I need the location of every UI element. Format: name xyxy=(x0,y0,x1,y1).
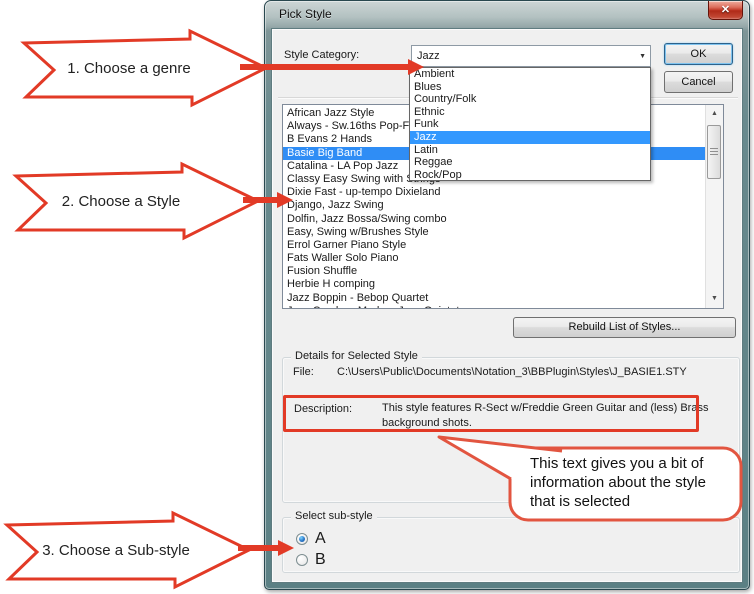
connector-arrow-3-icon xyxy=(238,540,296,556)
style-list-item[interactable]: Errol Garner Piano Style xyxy=(283,239,704,252)
style-list-item[interactable]: Dolfin, Jazz Bossa/Swing combo xyxy=(283,213,704,226)
annotation-step1-text: 1. Choose a genre xyxy=(54,30,204,106)
annotation-step3-text: 3. Choose a Sub-style xyxy=(31,512,201,588)
style-list-scrollbar[interactable]: ▲ ▼ xyxy=(705,105,723,308)
style-list-item[interactable]: Dixie Fast - up-tempo Dixieland xyxy=(283,186,704,199)
category-option[interactable]: Reggae xyxy=(410,156,650,169)
details-group-title: Details for Selected Style xyxy=(291,350,422,362)
rebuild-list-button[interactable]: Rebuild List of Styles... xyxy=(513,317,736,338)
annotation-arrow-substyle: 3. Choose a Sub-style xyxy=(3,512,253,588)
substyle-radio-a[interactable]: A xyxy=(296,530,326,548)
style-list-item[interactable]: Django, Jazz Swing xyxy=(283,199,704,212)
scroll-down-icon[interactable]: ▼ xyxy=(707,291,722,307)
chevron-down-icon[interactable]: ▼ xyxy=(639,53,646,60)
category-option[interactable]: Jazz xyxy=(410,131,650,144)
style-list-item[interactable]: Jazz Combo - Modern Jazz Quintet xyxy=(283,305,704,309)
thumb-grip xyxy=(710,148,718,156)
callout-text: This text gives you a bit of information… xyxy=(530,454,735,511)
file-label: File: xyxy=(293,366,314,378)
callout-line: that is selected xyxy=(530,492,735,511)
callout-line: This text gives you a bit of xyxy=(530,454,735,473)
radio-b-label: B xyxy=(315,551,326,569)
annotation-arrow-style: 2. Choose a Style xyxy=(12,163,262,239)
style-list-item[interactable]: Easy, Swing w/Brushes Style xyxy=(283,226,704,239)
connector-arrow-2-icon xyxy=(243,192,295,208)
annotation-arrow-genre: 1. Choose a genre xyxy=(20,30,270,106)
connector-arrow-1-icon xyxy=(240,59,426,75)
ok-button[interactable]: OK xyxy=(664,43,733,65)
style-category-combobox[interactable]: Jazz ▼ xyxy=(411,45,651,67)
style-list-item[interactable]: Jazz Boppin - Bebop Quartet xyxy=(283,292,704,305)
category-option[interactable]: Funk xyxy=(410,118,650,131)
close-icon[interactable]: ✕ xyxy=(708,1,743,20)
category-option[interactable]: Country/Folk xyxy=(410,93,650,106)
file-path: C:\Users\Public\Documents\Notation_3\BBP… xyxy=(337,366,687,378)
radio-a-label: A xyxy=(315,530,326,548)
category-option[interactable]: Latin xyxy=(410,144,650,157)
category-option[interactable]: Blues xyxy=(410,81,650,94)
scrollbar-thumb[interactable] xyxy=(707,125,721,179)
style-list-item[interactable]: Fusion Shuffle xyxy=(283,265,704,278)
style-category-dropdown-list[interactable]: AmbientBluesCountry/FolkEthnicFunkJazzLa… xyxy=(409,67,651,181)
scroll-up-icon[interactable]: ▲ xyxy=(707,106,722,122)
window-title: Pick Style xyxy=(279,7,332,21)
category-option[interactable]: Rock/Pop xyxy=(410,169,650,181)
style-list-item[interactable]: Herbie H comping xyxy=(283,278,704,291)
radio-a-icon[interactable] xyxy=(296,533,308,545)
substyle-radio-b[interactable]: B xyxy=(296,551,326,569)
annotation-step2-text: 2. Choose a Style xyxy=(46,163,196,239)
radio-b-icon[interactable] xyxy=(296,554,308,566)
style-list-item[interactable]: Fats Waller Solo Piano xyxy=(283,252,704,265)
substyle-group-title: Select sub-style xyxy=(291,510,377,522)
callout-line: information about the style xyxy=(530,473,735,492)
category-option[interactable]: Ethnic xyxy=(410,106,650,119)
cancel-button[interactable]: Cancel xyxy=(664,71,733,93)
category-option[interactable]: Ambient xyxy=(410,68,650,81)
